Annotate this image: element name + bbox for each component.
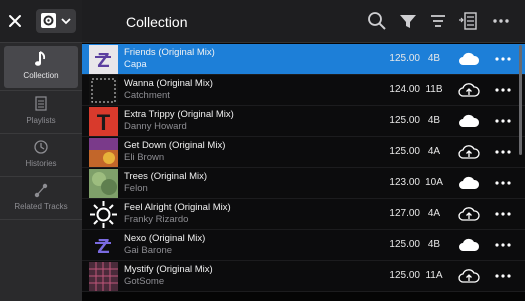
track-key: 4B — [427, 115, 441, 126]
track-row[interactable]: Mystify (Original Mix) GotSome 125.00 11… — [82, 261, 525, 292]
chevron-down-icon — [61, 18, 71, 25]
divider — [0, 219, 82, 220]
filter-icon[interactable] — [398, 11, 418, 31]
track-key: 11B — [425, 84, 443, 95]
album-art — [89, 169, 118, 198]
header-bar: Collection — [82, 0, 525, 43]
more-options-icon[interactable] — [493, 269, 513, 283]
track-key: 4B — [427, 239, 441, 250]
track-artist: Gai Barone — [124, 245, 173, 256]
more-options-icon[interactable] — [493, 83, 513, 97]
track-browser: Collection Z Friends (Original Mix) Capa… — [82, 0, 525, 301]
track-row[interactable]: Get Down (Original Mix) Eli Brown 125.00… — [82, 137, 525, 168]
track-bpm: 127.00 — [389, 208, 420, 219]
more-options-icon[interactable] — [493, 114, 513, 128]
more-options-icon[interactable] — [493, 176, 513, 190]
album-art — [89, 200, 118, 229]
track-title: Wanna (Original Mix) — [124, 78, 213, 89]
more-options-icon[interactable] — [493, 207, 513, 221]
playlist-icon — [35, 96, 47, 111]
track-row[interactable]: Feel Alright (Original Mix) Franky Rizar… — [82, 199, 525, 230]
track-bpm: 125.00 — [389, 239, 420, 250]
device-icon — [41, 13, 56, 28]
search-icon[interactable] — [367, 11, 387, 31]
svg-text:Z: Z — [97, 236, 109, 258]
track-title: Trees (Original Mix) — [124, 171, 208, 182]
more-options-icon[interactable] — [491, 11, 511, 31]
track-title: Extra Trippy (Original Mix) — [124, 109, 234, 120]
svg-text:Z: Z — [97, 50, 109, 72]
track-bpm: 125.00 — [389, 115, 420, 126]
track-title: Feel Alright (Original Mix) — [124, 202, 231, 213]
page-title: Collection — [126, 14, 188, 30]
track-bpm: 125.00 — [389, 270, 420, 281]
sort-icon[interactable] — [428, 11, 448, 31]
track-key: 10A — [425, 177, 443, 188]
track-key: 4A — [427, 208, 441, 219]
rail-top-bar — [0, 0, 82, 43]
track-title: Friends (Original Mix) — [124, 47, 215, 58]
more-options-icon[interactable] — [493, 145, 513, 159]
track-bpm: 125.00 — [389, 53, 420, 64]
rail-item-playlists[interactable]: Playlists — [4, 91, 78, 133]
track-artist: Catchment — [124, 90, 170, 101]
track-artist: Danny Howard — [124, 121, 187, 132]
rail-item-label: Histories — [25, 159, 57, 168]
track-bpm: 125.00 — [389, 146, 420, 157]
music-note-icon — [35, 51, 46, 66]
track-artist: Capa — [124, 59, 147, 70]
cloud-upload-icon[interactable] — [457, 268, 481, 284]
rail-item-collection[interactable]: Collection — [4, 46, 78, 88]
svg-text:T: T — [97, 110, 111, 135]
cloud-synced-icon[interactable] — [457, 113, 481, 129]
track-key: 4B — [427, 53, 441, 64]
cloud-upload-icon[interactable] — [457, 144, 481, 160]
album-art: T — [89, 107, 118, 136]
device-selector-button[interactable] — [36, 9, 76, 33]
track-row[interactable]: Z Friends (Original Mix) Capa 125.00 4B — [82, 44, 525, 75]
rail-item-label: Related Tracks — [14, 202, 68, 211]
track-key: 11A — [425, 270, 443, 281]
track-row[interactable]: Wanna (Original Mix) Catchment 124.00 11… — [82, 75, 525, 106]
scrollbar[interactable] — [519, 45, 522, 155]
track-title: Mystify (Original Mix) — [124, 264, 213, 275]
album-art — [89, 262, 118, 291]
rail-item-label: Playlists — [26, 116, 56, 125]
track-key: 4A — [427, 146, 441, 157]
album-art: Z — [89, 231, 118, 260]
track-bpm: 124.00 — [389, 84, 420, 95]
track-bpm: 123.00 — [389, 177, 420, 188]
more-options-icon[interactable] — [493, 52, 513, 66]
track-title: Nexo (Original Mix) — [124, 233, 206, 244]
track-artist: Eli Brown — [124, 152, 165, 163]
more-options-icon[interactable] — [493, 238, 513, 252]
album-art — [89, 76, 118, 105]
cloud-synced-icon[interactable] — [457, 237, 481, 253]
history-clock-icon — [34, 140, 48, 154]
album-art — [89, 138, 118, 167]
track-row[interactable]: T Extra Trippy (Original Mix) Danny Howa… — [82, 106, 525, 137]
track-row[interactable]: Trees (Original Mix) Felon 123.00 10A — [82, 168, 525, 199]
rail-item-label: Collection — [23, 71, 59, 80]
track-row[interactable]: Z Nexo (Original Mix) Gai Barone 125.00 … — [82, 230, 525, 261]
track-title: Get Down (Original Mix) — [124, 140, 226, 151]
album-art: Z — [89, 45, 118, 74]
track-artist: Felon — [124, 183, 148, 194]
cloud-synced-icon[interactable] — [457, 175, 481, 191]
close-icon[interactable] — [6, 12, 24, 30]
rail-item-related-tracks[interactable]: Related Tracks — [4, 177, 78, 219]
related-tracks-icon — [34, 183, 48, 198]
rail-item-histories[interactable]: Histories — [4, 134, 78, 176]
track-artist: Franky Rizardo — [124, 214, 189, 225]
cloud-upload-icon[interactable] — [457, 82, 481, 98]
left-rail: Collection Playlists Histories Related T… — [0, 0, 82, 301]
cloud-upload-icon[interactable] — [457, 206, 481, 222]
list-view-icon[interactable] — [458, 11, 478, 31]
track-artist: GotSome — [124, 276, 165, 287]
cloud-synced-icon[interactable] — [457, 51, 481, 67]
